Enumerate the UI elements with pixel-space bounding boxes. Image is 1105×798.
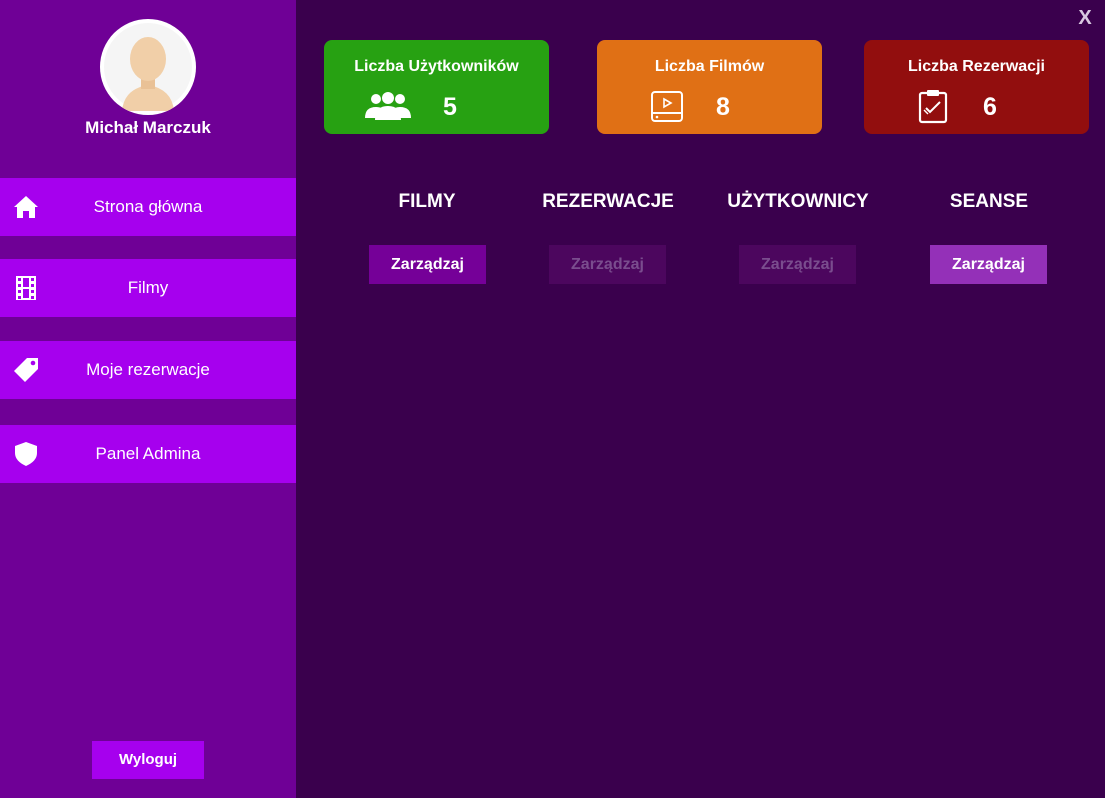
clipboard-check-icon — [918, 90, 948, 124]
stat-card-users: Liczba Użytkowników 5 — [324, 40, 549, 134]
sidebar-item-label: Strona główna — [93, 197, 203, 216]
stat-card-value: 8 — [716, 93, 730, 121]
logout-button[interactable]: Wyloguj — [92, 741, 204, 779]
stat-card-reservations: Liczba Rezerwacji 6 — [864, 40, 1089, 134]
manage-reservations-button[interactable]: Zarządzaj — [549, 245, 666, 284]
stat-card-title: Liczba Rezerwacji — [908, 58, 1045, 75]
manage-users-button[interactable]: Zarządzaj — [739, 245, 856, 284]
user-avatar — [100, 19, 196, 115]
sidebar-item-label: Panel Admina — [95, 444, 201, 463]
stat-card-title: Liczba Filmów — [654, 58, 765, 75]
stat-card-value: 5 — [443, 93, 457, 121]
video-icon — [651, 91, 683, 122]
users-icon — [365, 92, 411, 120]
section-title-users: UŻYTKOWNICY — [727, 191, 869, 212]
sidebar-item-label: Filmy — [127, 278, 169, 297]
stat-card-title: Liczba Użytkowników — [354, 58, 519, 75]
sidebar: Michał Marczuk Strona główna Filmy Moje … — [0, 0, 296, 798]
avatar-image — [104, 23, 192, 111]
sidebar-item-home[interactable]: Strona główna — [0, 178, 296, 236]
close-button[interactable]: X — [1073, 6, 1097, 30]
stat-card-films: Liczba Filmów 8 — [597, 40, 822, 134]
section-title-reservations: REZERWACJE — [542, 191, 674, 212]
section-title-films: FILMY — [398, 191, 456, 212]
sidebar-item-reservations[interactable]: Moje rezerwacje — [0, 341, 296, 399]
sidebar-item-label: Moje rezerwacje — [86, 360, 210, 379]
stat-card-value: 6 — [983, 93, 997, 121]
section-title-screenings: SEANSE — [949, 191, 1029, 212]
manage-films-button[interactable]: Zarządzaj — [369, 245, 486, 284]
sidebar-item-films[interactable]: Filmy — [0, 259, 296, 317]
user-name: Michał Marczuk — [85, 118, 211, 137]
manage-screenings-button[interactable]: Zarządzaj — [930, 245, 1047, 284]
sidebar-item-admin-panel[interactable]: Panel Admina — [0, 425, 296, 483]
